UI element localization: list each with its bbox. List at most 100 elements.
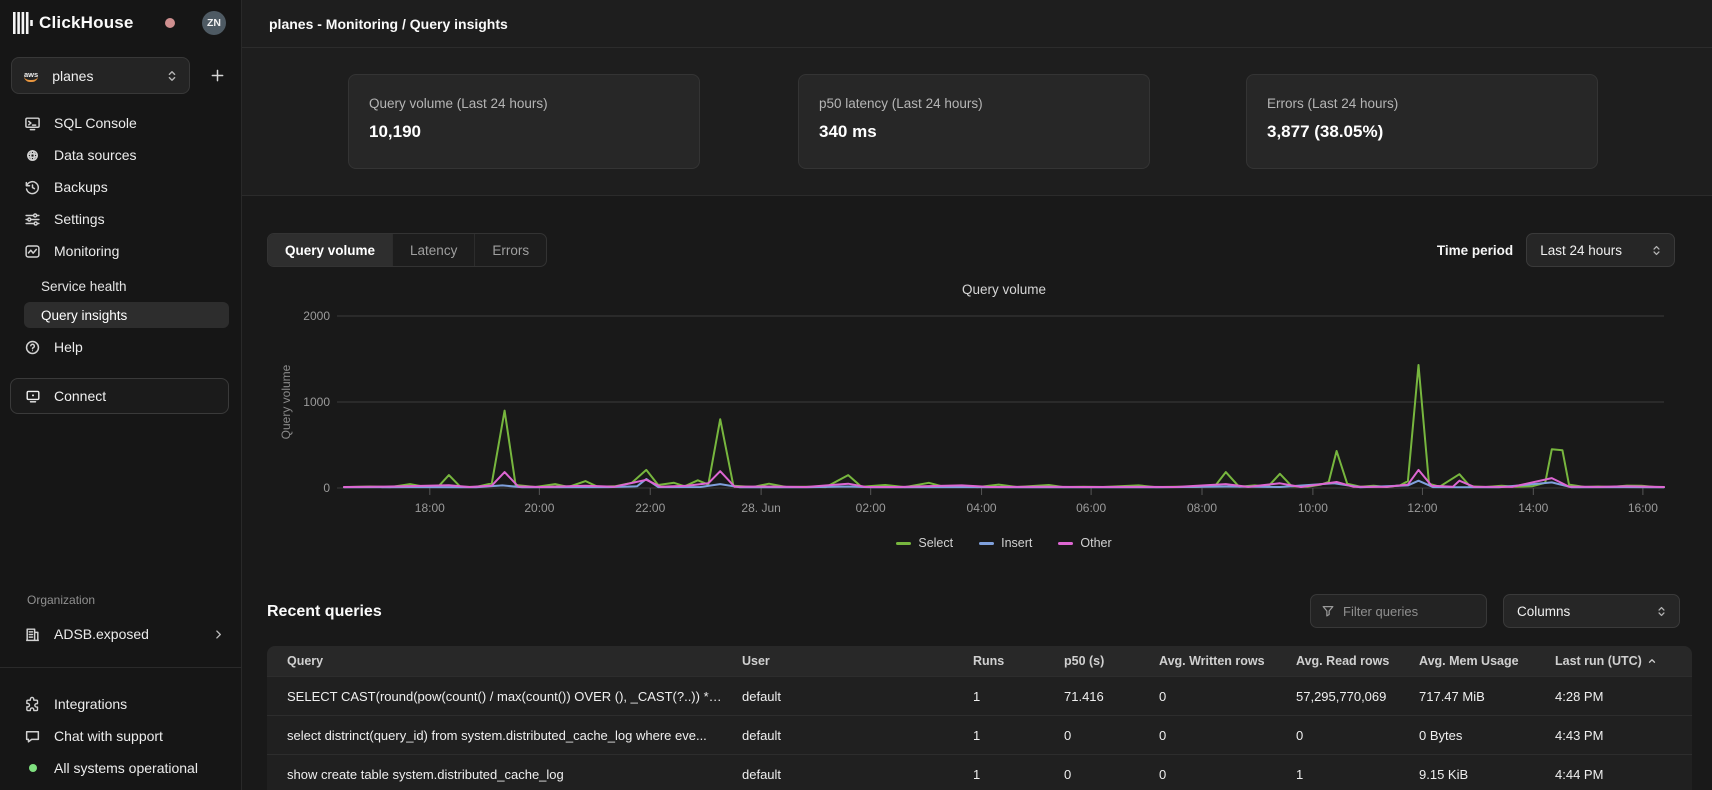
time-period-label: Time period xyxy=(1437,243,1513,258)
cell-avg-written: 0 xyxy=(1139,728,1276,743)
col-header-user[interactable]: User xyxy=(722,654,953,668)
table-row[interactable]: show create table system.distributed_cac… xyxy=(267,754,1692,790)
columns-select[interactable]: Columns xyxy=(1503,594,1680,628)
svg-text:02:00: 02:00 xyxy=(856,501,886,515)
avatar[interactable]: ZN xyxy=(202,11,226,35)
sidebar-item-label: SQL Console xyxy=(54,115,137,131)
clickhouse-logo-icon xyxy=(13,12,33,34)
filter-queries-input[interactable] xyxy=(1343,604,1463,619)
chevrons-updown-icon xyxy=(1650,244,1663,257)
cell-user: default xyxy=(722,689,953,704)
cell-last-run: 4:28 PM xyxy=(1535,689,1692,704)
chat-bubble-icon xyxy=(24,728,41,745)
table-row[interactable]: select distrinct(query_id) from system.d… xyxy=(267,715,1692,754)
puzzle-icon xyxy=(24,696,41,713)
sidebar-divider xyxy=(0,667,241,668)
sidebar-item-help[interactable]: Help xyxy=(0,331,241,363)
cell-runs: 1 xyxy=(953,728,1044,743)
col-header-p50[interactable]: p50 (s) xyxy=(1044,654,1139,668)
legend-label: Other xyxy=(1080,536,1111,550)
sidebar-item-label: Settings xyxy=(54,211,105,227)
sidebar-item-system-status[interactable]: All systems operational xyxy=(0,752,241,784)
col-header-query[interactable]: Query xyxy=(267,654,722,668)
sidebar-item-service-health[interactable]: Service health xyxy=(0,270,241,302)
clickhouse-logo[interactable]: ClickHouse xyxy=(13,12,134,34)
recent-queries-title: Recent queries xyxy=(267,603,382,621)
col-header-avg-read-rows[interactable]: Avg. Read rows xyxy=(1276,654,1399,668)
chevrons-updown-icon xyxy=(165,69,179,83)
sidebar-item-monitoring[interactable]: Monitoring xyxy=(0,235,241,267)
building-icon xyxy=(24,626,41,643)
tab-errors[interactable]: Errors xyxy=(475,234,546,266)
svg-text:16:00: 16:00 xyxy=(1628,501,1658,515)
legend-item-other[interactable]: Other xyxy=(1058,536,1111,550)
col-header-last-run[interactable]: Last run (UTC) xyxy=(1535,654,1692,668)
tab-latency[interactable]: Latency xyxy=(393,234,475,266)
cell-runs: 1 xyxy=(953,767,1044,782)
cell-query: SELECT CAST(round(pow(count() / max(coun… xyxy=(267,689,722,704)
sidebar-item-chat-support[interactable]: Chat with support xyxy=(0,720,241,752)
stat-card-errors: Errors (Last 24 hours) 3,877 (38.05%) xyxy=(1246,74,1598,169)
sidebar-nav: SQL Console Data sources Backups Setting… xyxy=(0,107,241,363)
chart-title: Query volume xyxy=(344,282,1664,297)
organization-heading: Organization xyxy=(27,593,95,607)
svg-text:Query volume: Query volume xyxy=(279,364,293,439)
sidebar-item-integrations[interactable]: Integrations xyxy=(0,688,241,720)
organization-item[interactable]: ADSB.exposed xyxy=(0,618,241,650)
sidebar-subitem-label: Query insights xyxy=(41,308,127,323)
sort-ascending-icon xyxy=(1647,656,1657,666)
cell-avg-read: 1 xyxy=(1276,767,1399,782)
chevrons-updown-icon xyxy=(1655,605,1668,618)
content-area: Query volume Latency Errors Time period … xyxy=(242,196,1712,790)
service-selector[interactable]: aws planes xyxy=(11,57,190,94)
service-name: planes xyxy=(52,68,165,84)
connect-button[interactable]: Connect xyxy=(10,378,229,414)
time-period-select[interactable]: Last 24 hours xyxy=(1526,233,1675,267)
sidebar-item-settings[interactable]: Settings xyxy=(0,203,241,235)
svg-text:14:00: 14:00 xyxy=(1518,501,1548,515)
sidebar-item-backups[interactable]: Backups xyxy=(0,171,241,203)
query-volume-chart: 01000200018:0020:0022:0028. Jun02:0004:0… xyxy=(242,300,1712,532)
cell-avg-mem: 9.15 KiB xyxy=(1399,767,1535,782)
brand-name: ClickHouse xyxy=(39,13,134,33)
chart-wave-icon xyxy=(24,243,41,260)
stat-label: p50 latency (Last 24 hours) xyxy=(819,96,1129,111)
cell-query: show create table system.distributed_cac… xyxy=(267,767,722,782)
sidebar-item-sql-console[interactable]: SQL Console xyxy=(0,107,241,139)
connect-icon xyxy=(25,388,41,404)
legend-swatch-select xyxy=(896,542,911,545)
legend-swatch-insert xyxy=(979,542,994,545)
sidebar-item-label: Monitoring xyxy=(54,243,119,259)
status-dot-icon xyxy=(29,764,37,772)
help-circle-icon xyxy=(24,339,41,356)
add-service-button[interactable] xyxy=(204,63,230,89)
top-header: planes - Monitoring / Query insights xyxy=(242,0,1712,48)
sidebar-item-data-sources[interactable]: Data sources xyxy=(0,139,241,171)
chart-tabs: Query volume Latency Errors xyxy=(267,233,547,267)
chevron-right-icon xyxy=(212,628,225,641)
main-area: planes - Monitoring / Query insights Que… xyxy=(242,0,1712,790)
clock-restore-icon xyxy=(24,179,41,196)
svg-text:1000: 1000 xyxy=(303,395,330,409)
sidebar-item-label: Integrations xyxy=(54,696,127,712)
stat-card-query-volume: Query volume (Last 24 hours) 10,190 xyxy=(348,74,700,169)
connect-label: Connect xyxy=(54,388,106,404)
cell-last-run: 4:43 PM xyxy=(1535,728,1692,743)
legend-item-select[interactable]: Select xyxy=(896,536,953,550)
col-header-runs[interactable]: Runs xyxy=(953,654,1044,668)
cell-user: default xyxy=(722,728,953,743)
table-header-row: Query User Runs p50 (s) Avg. Written row… xyxy=(267,646,1692,676)
col-header-avg-mem-usage[interactable]: Avg. Mem Usage xyxy=(1399,654,1535,668)
sidebar-item-label: Chat with support xyxy=(54,728,163,744)
legend-label: Select xyxy=(918,536,953,550)
tab-query-volume[interactable]: Query volume xyxy=(268,234,393,266)
legend-item-insert[interactable]: Insert xyxy=(979,536,1032,550)
sidebar-item-query-insights[interactable]: Query insights xyxy=(24,302,229,328)
plus-icon xyxy=(210,68,225,83)
stats-band: Query volume (Last 24 hours) 10,190 p50 … xyxy=(242,48,1712,196)
col-header-avg-written-rows[interactable]: Avg. Written rows xyxy=(1139,654,1276,668)
globe-icon xyxy=(24,147,41,164)
table-row[interactable]: SELECT CAST(round(pow(count() / max(coun… xyxy=(267,676,1692,715)
svg-text:2000: 2000 xyxy=(303,309,330,323)
breadcrumb: planes - Monitoring / Query insights xyxy=(269,16,508,32)
